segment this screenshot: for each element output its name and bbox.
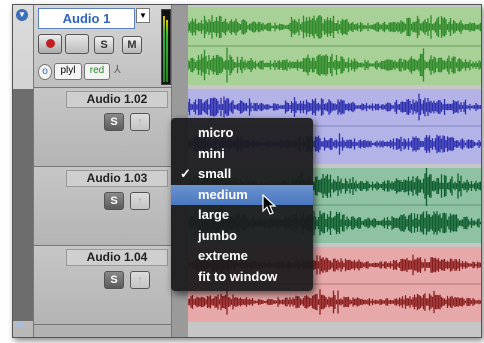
- record-icon: [45, 39, 55, 48]
- audio-clip-track-1[interactable]: [188, 7, 481, 85]
- track-headers: Audio 1 ▼ S M o plyl red ⅄ Audio 1.02 S …: [34, 5, 171, 337]
- track-height-menu: micro mini ✓ small medium large jumbo ext…: [171, 118, 313, 291]
- track-timebase-icon[interactable]: o: [38, 64, 52, 80]
- waveform-track-1: [188, 7, 481, 85]
- mute-button[interactable]: ↑: [130, 192, 150, 210]
- track-name-field[interactable]: Audio 1: [38, 8, 135, 29]
- track-list-strip: ▼ ▶: [13, 5, 34, 337]
- menu-item-small[interactable]: ✓ small: [171, 164, 313, 184]
- track-name[interactable]: Audio 1.02: [66, 91, 168, 108]
- solo-button[interactable]: S: [104, 113, 124, 131]
- solo-button[interactable]: S: [104, 271, 124, 289]
- track-list-area: [13, 89, 33, 321]
- track-header-audio-1-04: Audio 1.04 S ↑: [34, 246, 171, 325]
- mute-button[interactable]: ↑: [130, 113, 150, 131]
- menu-item-mini[interactable]: mini: [171, 144, 313, 164]
- expand-arrow-icon[interactable]: ▶: [18, 319, 25, 330]
- solo-button[interactable]: S: [104, 192, 124, 210]
- track-header-audio-1-02: Audio 1.02 S ↑: [34, 88, 171, 167]
- mute-button[interactable]: ↑: [130, 271, 150, 289]
- menu-item-micro[interactable]: micro: [171, 123, 313, 143]
- track-name[interactable]: Audio 1.04: [66, 249, 168, 266]
- track-type-icon: ⅄: [114, 64, 121, 76]
- menu-item-medium[interactable]: medium: [171, 185, 313, 205]
- mute-button[interactable]: M: [122, 36, 142, 54]
- menu-item-large[interactable]: large: [171, 205, 313, 225]
- track-name[interactable]: Audio 1.03: [66, 170, 168, 187]
- track-dropdown-icon[interactable]: ▼: [136, 8, 150, 23]
- voice-selector[interactable]: plyl: [54, 63, 82, 80]
- automation-mode-selector[interactable]: red: [84, 63, 110, 80]
- record-enable-button[interactable]: [38, 34, 62, 54]
- solo-button[interactable]: S: [94, 36, 114, 54]
- checkmark-icon: ✓: [180, 166, 191, 181]
- track-list-toggle-icon[interactable]: ▼: [16, 9, 28, 21]
- menu-item-extreme[interactable]: extreme: [171, 246, 313, 266]
- input-monitor-button[interactable]: [65, 34, 89, 54]
- mouse-pointer-icon: [262, 194, 277, 215]
- track-header-audio-1: Audio 1 ▼ S M o plyl red ⅄: [34, 5, 171, 88]
- track-header-audio-1-03: Audio 1.03 S ↑: [34, 167, 171, 246]
- level-meter: [161, 9, 171, 85]
- menu-item-jumbo[interactable]: jumbo: [171, 226, 313, 246]
- menu-item-fit-to-window[interactable]: fit to window: [171, 267, 313, 287]
